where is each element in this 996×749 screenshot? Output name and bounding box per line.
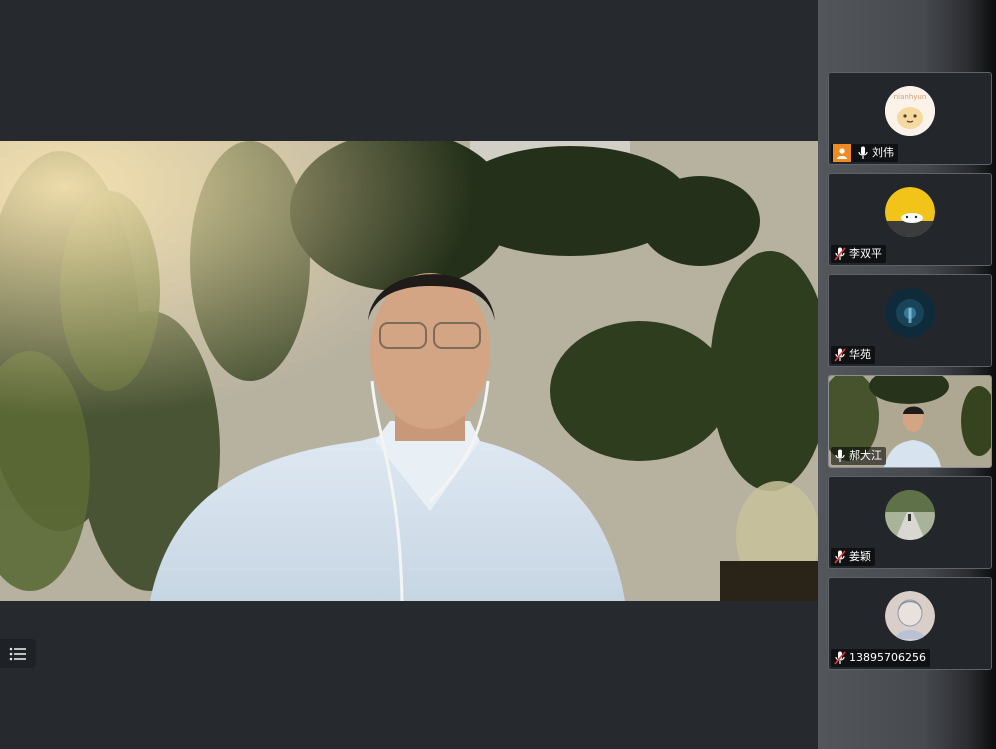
yellow-emoji-avatar-icon bbox=[885, 187, 935, 237]
avatar: nianhyun bbox=[885, 86, 935, 136]
mic-muted-icon bbox=[833, 348, 846, 362]
mic-muted-icon bbox=[833, 247, 846, 261]
mic-on-icon bbox=[833, 449, 846, 463]
participant-name: 刘伟 bbox=[872, 146, 894, 159]
participant-name: 李双平 bbox=[849, 247, 882, 260]
conference-stage bbox=[0, 0, 818, 749]
main-video[interactable] bbox=[0, 141, 818, 601]
participant-label: 刘伟 bbox=[831, 144, 898, 162]
participant-list-button[interactable] bbox=[0, 639, 36, 668]
participant-tile[interactable]: nianhyun 刘伟 bbox=[828, 72, 992, 165]
speaker-video-frame bbox=[0, 141, 818, 601]
participant-label: 华苑 bbox=[831, 346, 875, 364]
participant-name: 郝大江 bbox=[849, 449, 882, 462]
participant-tile[interactable]: 13895706256 bbox=[828, 577, 992, 670]
participant-tile[interactable]: 李双平 bbox=[828, 173, 992, 266]
mic-muted-icon bbox=[833, 651, 846, 665]
participant-label: 李双平 bbox=[831, 245, 886, 263]
participant-label: 郝大江 bbox=[831, 447, 886, 465]
participant-sidebar: nianhyun 刘伟 李双平 华苑 郝大江 姜颖 13895706256 bbox=[818, 0, 996, 749]
participant-tile[interactable]: 郝大江 bbox=[828, 375, 992, 468]
participant-tile[interactable]: 华苑 bbox=[828, 274, 992, 367]
mic-muted-icon bbox=[833, 550, 846, 564]
avatar bbox=[885, 591, 935, 641]
avatar bbox=[885, 490, 935, 540]
host-badge-icon bbox=[833, 144, 851, 162]
participant-name: 华苑 bbox=[849, 348, 871, 361]
participant-name: 13895706256 bbox=[849, 651, 926, 664]
avatar bbox=[885, 187, 935, 237]
mic-on-icon bbox=[856, 146, 869, 160]
dark-blue-avatar-icon bbox=[885, 288, 935, 338]
participant-name: 姜颖 bbox=[849, 550, 871, 563]
sketch-avatar-icon bbox=[885, 591, 935, 641]
participant-tile[interactable]: 姜颖 bbox=[828, 476, 992, 569]
avatar bbox=[885, 288, 935, 338]
photo-path-avatar-icon bbox=[885, 490, 935, 540]
avatar-caption: nianhyun bbox=[894, 93, 927, 101]
cartoon-avatar-icon: nianhyun bbox=[885, 86, 935, 136]
list-icon bbox=[9, 647, 26, 660]
participant-label: 13895706256 bbox=[831, 649, 930, 667]
participant-label: 姜颖 bbox=[831, 548, 875, 566]
